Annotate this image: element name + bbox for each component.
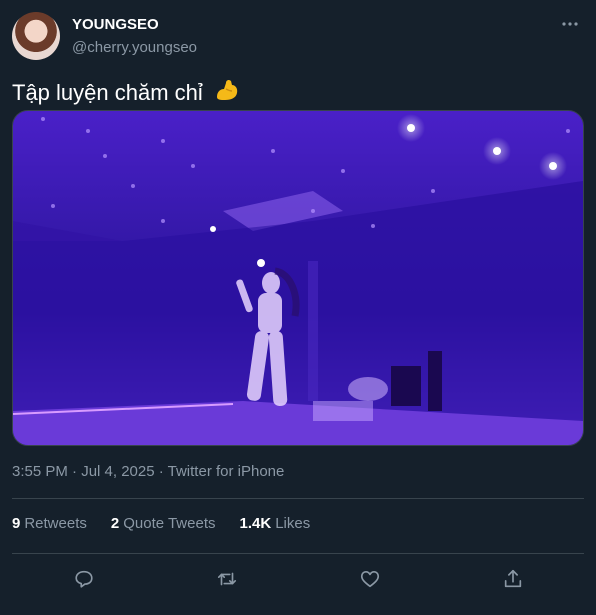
avatar[interactable] [12,12,60,60]
share-icon [504,569,521,588]
likes-label: Likes [275,515,311,532]
quote-tweets-count: 2 [110,515,120,532]
likes-count: 1.4K [239,515,272,532]
share-button[interactable] [500,566,526,592]
retweets-stat[interactable]: 9 Retweets [12,515,87,532]
likes-stat[interactable]: 1.4K Likes [240,515,311,532]
tweet-header: YOUNGSEO @cherry.youngseo [12,12,584,60]
retweet-button[interactable] [214,566,240,592]
retweets-label: Retweets [24,515,87,532]
user-handle[interactable]: @cherry.youngseo [72,39,197,56]
divider [12,498,584,499]
retweet-icon [217,572,236,586]
tweet-stats: 9 Retweets 2 Quote Tweets 1.4K Likes [12,515,334,532]
retweets-count: 9 [12,515,21,532]
more-icon [562,22,578,26]
tweet-timestamp[interactable]: 3:55 PM · Jul 4, 2025 · Twitter for iPho… [12,463,284,480]
tweet-actions [12,566,584,592]
display-name[interactable]: YOUNGSEO [72,16,159,33]
tweet-text-content: Tập luyện chăm chỉ [12,80,203,105]
tweet-text: Tập luyện chăm chỉ [12,76,241,112]
quote-tweets-label: Quote Tweets [123,515,216,532]
dance-studio-video-frame [13,111,583,445]
reply-button[interactable] [71,566,97,592]
more-options-button[interactable] [558,14,582,34]
video-thumbnail[interactable] [12,110,584,446]
like-icon [360,571,379,588]
quote-tweets-stat[interactable]: 2 Quote Tweets [111,515,216,532]
flexed-biceps-emoji [213,76,241,112]
divider [12,553,584,554]
reply-icon [74,570,93,588]
like-button[interactable] [357,566,383,592]
